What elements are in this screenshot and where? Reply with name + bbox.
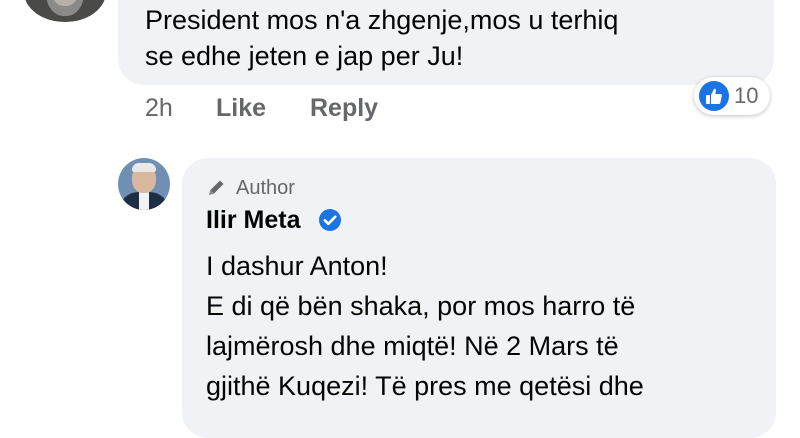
avatar-shirt bbox=[139, 192, 149, 210]
thumbs-up-icon bbox=[699, 81, 729, 111]
reply-button[interactable]: Reply bbox=[310, 92, 378, 124]
verified-badge-icon bbox=[319, 209, 341, 231]
reaction-summary[interactable]: 10 bbox=[694, 77, 770, 115]
author-avatar[interactable] bbox=[118, 158, 170, 210]
reply-line: gjithë Kuqezi! Të pres me qetësi dhe bbox=[206, 371, 644, 401]
comment-line: President mos n'a zhgenje,mos u terhiq bbox=[145, 5, 619, 35]
commenter-avatar[interactable] bbox=[24, 0, 106, 22]
comment-line: se edhe jeten e jap per Ju! bbox=[145, 41, 464, 71]
author-badge-label: Author bbox=[236, 177, 295, 199]
reply-line: E di që bën shaka, por mos harro të bbox=[206, 291, 636, 321]
reply-text: I dashur Anton! E di që bën shaka, por m… bbox=[206, 246, 644, 406]
pencil-icon bbox=[209, 180, 224, 195]
avatar-hair bbox=[132, 163, 156, 172]
reply-line: I dashur Anton! bbox=[206, 251, 388, 281]
reply-line: lajmërosh dhe miqtë! Në 2 Mars të bbox=[206, 331, 619, 361]
author-name[interactable]: Ilir Meta bbox=[206, 204, 300, 236]
comment-timestamp[interactable]: 2h bbox=[145, 92, 173, 124]
like-button[interactable]: Like bbox=[216, 92, 266, 124]
comment-text: President mos n'a zhgenje,mos u terhiq s… bbox=[145, 2, 618, 74]
reaction-count: 10 bbox=[734, 83, 759, 108]
